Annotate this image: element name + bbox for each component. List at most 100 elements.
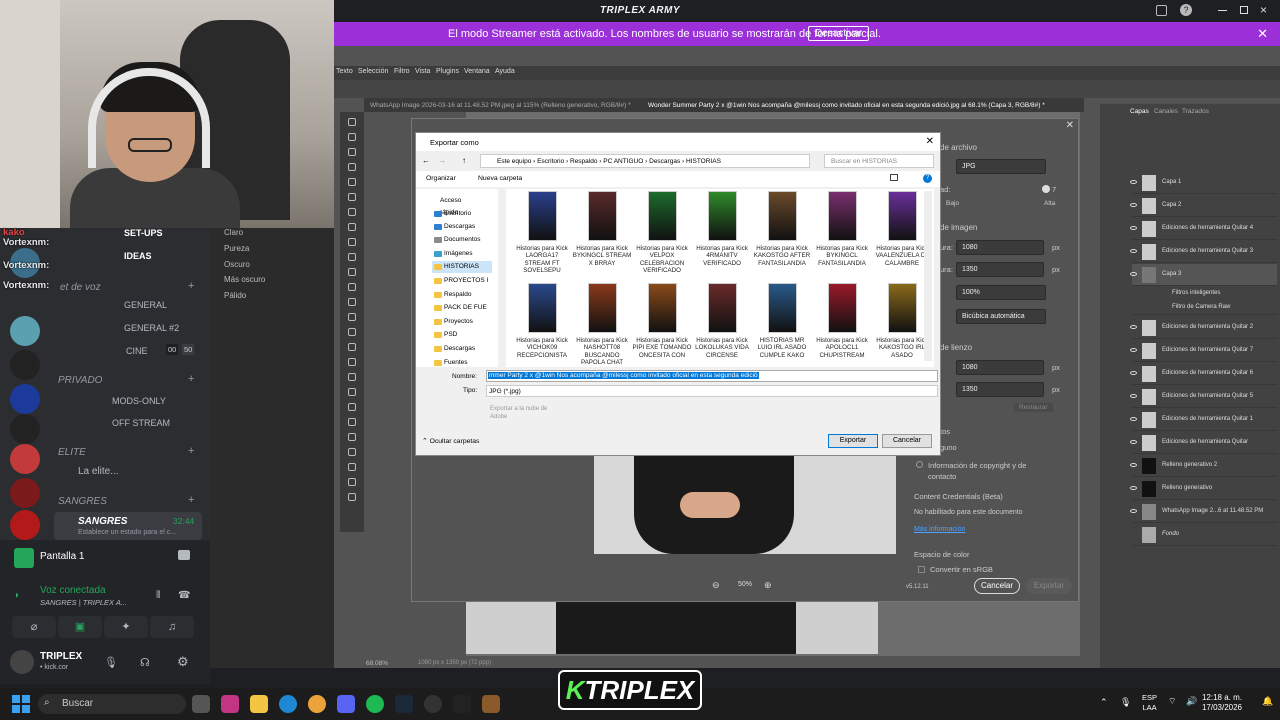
breadcrumb[interactable]: PC ANTIGUO (603, 158, 643, 165)
preset-row[interactable]: Pureza (224, 244, 249, 253)
server-icon[interactable] (10, 350, 40, 380)
stop-share-icon[interactable] (178, 550, 190, 560)
visibility-eye-icon[interactable] (1130, 348, 1137, 352)
maximize-icon[interactable] (1240, 6, 1248, 14)
layer-row[interactable]: Fondo (1132, 524, 1277, 546)
layer-row-selected[interactable]: Capa 3 (1132, 264, 1277, 286)
close-icon[interactable]: × (1260, 3, 1267, 17)
close-banner-icon[interactable]: ✕ (1257, 26, 1268, 42)
task-view-icon[interactable] (192, 695, 210, 713)
visibility-eye-icon[interactable] (1130, 486, 1137, 490)
tool-icon[interactable] (348, 418, 356, 426)
tab-canales[interactable]: Canales (1154, 108, 1178, 115)
voice-channel-general-2[interactable]: GENERAL #2 (124, 323, 179, 333)
channel-ideas[interactable]: IDEAS (124, 251, 152, 261)
package-icon[interactable] (482, 695, 500, 713)
channel-set-ups[interactable]: SET-UPS (124, 228, 163, 238)
view-icon[interactable] (890, 174, 898, 181)
tool-icon[interactable] (348, 493, 356, 501)
category-elite[interactable]: ELITE (58, 447, 86, 458)
layer-row[interactable]: Ediciones de herramienta Quitar 2 (1132, 317, 1277, 339)
filetype-select[interactable]: JPG (*.jpg) (486, 385, 938, 397)
preset-row[interactable]: Pálido (224, 291, 246, 300)
file-explorer-icon[interactable] (250, 695, 268, 713)
zoom-in-icon[interactable]: ⊕ (764, 580, 772, 591)
layer-row[interactable]: Relleno generativo 2 (1132, 455, 1277, 477)
tool-icon[interactable] (348, 283, 356, 291)
file-item[interactable]: Historias para Kick LAORGA17 STREAM FT S… (512, 189, 572, 275)
breadcrumb[interactable]: HISTORIAS (686, 158, 721, 165)
menu-filtro[interactable]: Filtro (394, 68, 410, 75)
format-select[interactable]: JPG (956, 159, 1046, 174)
steam-icon[interactable] (395, 695, 413, 713)
nav-item[interactable]: Descargas (432, 343, 492, 355)
mic-tray-icon[interactable]: 🎙 (1120, 697, 1131, 708)
server-icon[interactable] (10, 510, 40, 540)
tool-icon[interactable] (348, 328, 356, 336)
breadcrumb[interactable]: Descargas (649, 158, 680, 165)
tool-icon[interactable] (348, 298, 356, 306)
quality-slider-handle[interactable] (1042, 185, 1050, 193)
nav-item[interactable]: Descargas (432, 221, 492, 233)
tool-icon[interactable] (348, 118, 356, 126)
channel-mods-only[interactable]: MODS-ONLY (112, 396, 166, 406)
organize-button[interactable]: Organizar (426, 175, 456, 182)
layer-row[interactable]: Ediciones de herramienta Quitar 3 (1132, 241, 1277, 263)
filename-input[interactable]: mmer Party 2 x @1win Nos acompaña @miles… (486, 370, 938, 382)
edge-icon[interactable] (279, 695, 297, 713)
start-icon[interactable] (12, 695, 30, 713)
visibility-eye-icon[interactable] (1130, 371, 1137, 375)
disconnect-icon[interactable]: ☎ (178, 590, 190, 601)
file-item[interactable]: Historias para Kick APOLOCL1 CHUPISTREAM (812, 281, 872, 359)
export-save-button[interactable]: Exportar (828, 434, 878, 448)
headphones-icon[interactable]: ☊ (140, 656, 150, 669)
activities-icon[interactable]: ✦ (104, 616, 148, 638)
nav-item[interactable]: Proyectos (432, 316, 492, 328)
tool-icon[interactable] (348, 388, 356, 396)
srgb-checkbox[interactable] (918, 566, 925, 573)
menu-plugins[interactable]: Plugins (436, 68, 459, 75)
zoom-out-icon[interactable]: ⊖ (712, 580, 720, 591)
minimize-icon[interactable] (1218, 10, 1227, 11)
tool-icon[interactable] (348, 433, 356, 441)
tool-icon[interactable] (348, 373, 356, 381)
wifi-icon[interactable]: ⌔ (1168, 696, 1176, 707)
file-item[interactable]: Historias para Kick KAKOSTGO AFTER FANTA… (752, 189, 812, 267)
tool-icon[interactable] (348, 463, 356, 471)
preset-row[interactable]: Oscuro (224, 260, 250, 269)
spotify-icon[interactable] (366, 695, 384, 713)
inbox-icon[interactable] (1156, 5, 1167, 16)
layer-row[interactable]: Capa 2 (1132, 195, 1277, 217)
tool-icon[interactable] (348, 178, 356, 186)
mic-icon[interactable]: 🎙 (104, 656, 118, 669)
layer-row[interactable]: Ediciones de herramienta Quitar 5 (1132, 386, 1277, 408)
layer-row[interactable]: WhatsApp Image 2...6 at 11.48.52 PM (1132, 501, 1277, 523)
nav-item[interactable]: Escritorio (432, 208, 492, 220)
settings-gear-icon[interactable]: ⚙ (177, 654, 189, 670)
visibility-eye-icon[interactable] (1130, 226, 1137, 230)
category-sangres[interactable]: SANGRES (58, 496, 107, 507)
menu-vista[interactable]: Vista (415, 68, 430, 75)
nav-item-selected[interactable]: HISTORIAS (432, 261, 492, 273)
soundboard-icon[interactable]: ♫ (150, 616, 194, 638)
more-info-link[interactable]: Más información (914, 526, 965, 533)
add-channel-icon[interactable]: + (188, 280, 194, 292)
avatar[interactable] (10, 650, 34, 674)
sangres-status[interactable]: Establece un estado para el c... (78, 529, 176, 536)
channel-off-stream[interactable]: OFF STREAM (112, 418, 170, 428)
help-icon[interactable]: ? (923, 174, 932, 183)
nav-item[interactable]: PSD (432, 329, 492, 341)
cancel-save-button[interactable]: Cancelar (882, 434, 932, 448)
visibility-eye-icon[interactable] (1130, 463, 1137, 467)
scale-select[interactable]: 100% (956, 285, 1046, 300)
discord-icon[interactable] (337, 695, 355, 713)
tab-capas[interactable]: Capas (1130, 108, 1149, 115)
address-bar[interactable]: Este equipo › Escritorio › Respaldo › PC… (480, 154, 810, 168)
tool-icon[interactable] (348, 193, 356, 201)
server-icon[interactable] (10, 444, 40, 474)
layer-row[interactable]: Filtros inteligentes (1132, 287, 1277, 301)
cancel-button[interactable]: Cancelar (974, 578, 1020, 594)
new-folder-button[interactable]: Nueva carpeta (478, 175, 522, 182)
deactivate-button[interactable]: Desactivar (808, 26, 870, 41)
clock[interactable]: 12:18 a. m. 17/03/2026 (1202, 693, 1242, 713)
